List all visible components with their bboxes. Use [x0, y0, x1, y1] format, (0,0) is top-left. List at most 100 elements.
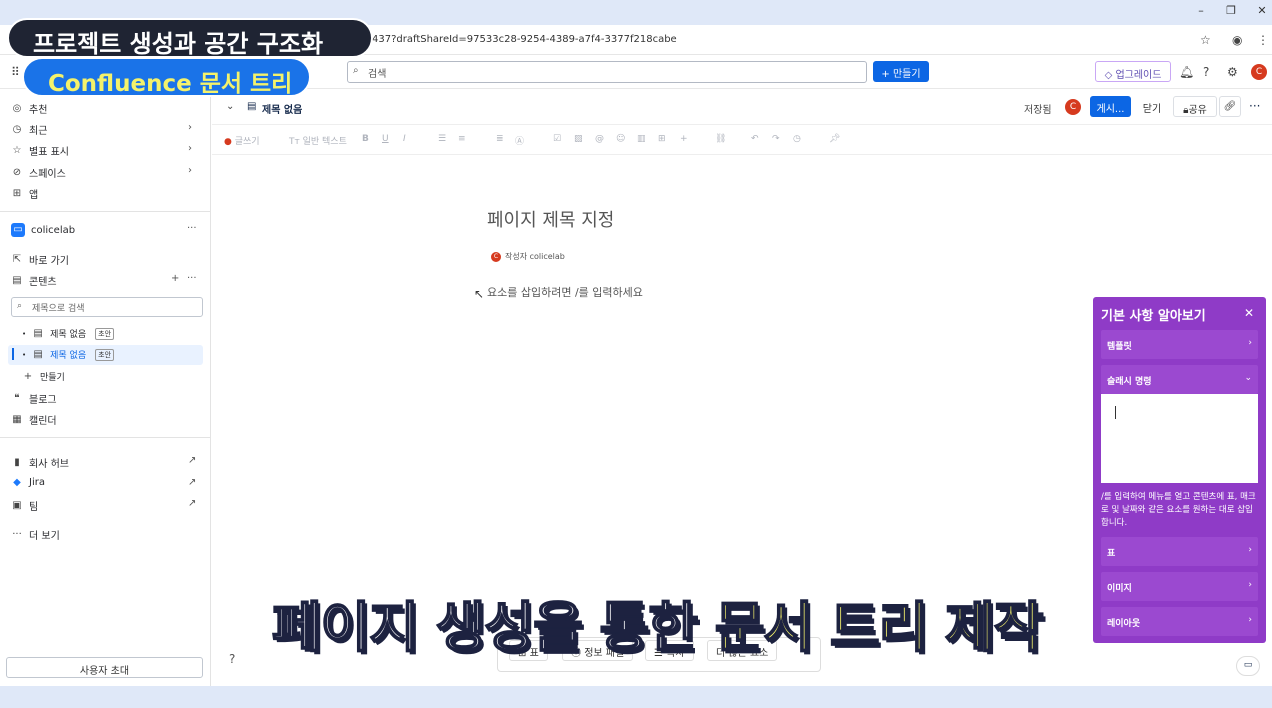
external-link-icon[interactable]: ↗	[188, 498, 196, 509]
invite-users-button[interactable]: 사용자 초대	[6, 657, 203, 678]
pin-icon[interactable]: 📌︎	[829, 134, 840, 144]
italic-icon[interactable]: I	[403, 134, 406, 144]
url-text[interactable]: 437?draftShareId=97533c28-9254-4389-a7f4…	[372, 34, 677, 45]
close-window-button[interactable]: ✕	[1253, 4, 1271, 20]
tree-item-label: 제목 없음	[50, 351, 87, 361]
close-icon[interactable]: ✕	[1244, 306, 1254, 320]
align-icon[interactable]: ≣	[496, 134, 504, 144]
help-item-template[interactable]: 템플릿 ›	[1101, 330, 1258, 359]
gear-icon[interactable]: ⚙	[1227, 65, 1238, 79]
external-link-icon[interactable]: ↗	[188, 477, 196, 488]
link-team[interactable]: ▣ 팀	[11, 498, 38, 513]
sidebar-item-label: 블로그	[29, 395, 57, 406]
upgrade-button[interactable]: ◇ 업그레이드	[1095, 61, 1171, 82]
close-button[interactable]: 닫기	[1137, 96, 1167, 117]
add-icon[interactable]: +	[171, 273, 179, 284]
help-item-image[interactable]: 이미지 ›	[1101, 572, 1258, 601]
star-icon[interactable]: ☆	[1200, 33, 1211, 47]
undo-icon[interactable]: ↶	[751, 134, 759, 144]
divider	[0, 211, 211, 212]
chevron-right-icon[interactable]: ›	[188, 122, 192, 133]
mention-icon[interactable]: @	[595, 134, 604, 144]
user-avatar[interactable]: C	[1251, 64, 1267, 80]
text-style-dropdown[interactable]: Tт 일반 텍스트	[289, 134, 347, 147]
emoji-icon[interactable]: ☺	[616, 134, 625, 144]
bullet-icon: •	[22, 350, 27, 359]
layout-icon[interactable]: ▥	[637, 134, 646, 144]
more-icon[interactable]: ···	[187, 223, 197, 234]
sidebar-item-calendar[interactable]: ▦ 캘린더	[11, 412, 56, 427]
help-item-slash[interactable]: 슬래시 명령 ⌄	[1101, 365, 1258, 394]
link-company-hub[interactable]: ▮ 회사 허브	[11, 455, 69, 470]
tree-create-label: 만들기	[40, 373, 65, 383]
chevron-down-icon[interactable]: ⌄	[226, 101, 234, 112]
task-icon[interactable]: ☑	[553, 134, 561, 144]
sidebar-search-input[interactable]: ⌕ 제목으로 검색	[11, 297, 203, 317]
help-item-layout[interactable]: 레이아웃 ›	[1101, 607, 1258, 636]
global-search-input[interactable]: ⌕ 검색	[347, 61, 867, 83]
write-mode-button[interactable]: ● 글쓰기	[224, 134, 260, 147]
tree-item[interactable]: • ▤ 제목 없음 초안	[22, 327, 115, 340]
sidebar-item-label: 최근	[29, 126, 48, 137]
sidebar-item-shortcut[interactable]: ⇱ 바로 가기	[11, 252, 69, 267]
create-button[interactable]: + 만들기	[873, 61, 929, 82]
table-icon[interactable]: ⊞	[658, 134, 666, 144]
insert-plus-icon[interactable]: +	[680, 134, 688, 144]
tree-create[interactable]: + 만들기	[22, 370, 65, 383]
link-jira[interactable]: ◆ Jira	[11, 477, 45, 488]
link-icon[interactable]: ⛓	[715, 134, 726, 144]
sidebar-item-content[interactable]: ▤ 콘텐츠	[11, 273, 56, 288]
body-editor[interactable]: 요소를 삽입하려면 /를 입력하세요	[487, 284, 643, 300]
publish-button[interactable]: 게시...	[1090, 96, 1131, 117]
underline-icon[interactable]: U	[382, 134, 389, 144]
draft-badge: 초안	[95, 327, 115, 340]
bell-icon[interactable]: 🔔︎	[1179, 65, 1194, 79]
help-icon[interactable]: ?	[1203, 65, 1209, 79]
tree-item[interactable]: • ▤ 제목 없음 초안	[22, 348, 115, 361]
menu-icon[interactable]: ⋮	[1257, 33, 1269, 47]
saved-status: 저장됨	[1024, 105, 1052, 116]
bullet-list-icon[interactable]: ☰	[438, 134, 446, 144]
bold-icon[interactable]: B	[362, 134, 369, 144]
chevron-right-icon[interactable]: ›	[188, 165, 192, 176]
chevron-right-icon: ›	[1248, 338, 1252, 348]
help-video-area[interactable]	[1101, 394, 1258, 483]
overlay-subtitle-text: Confluence 문서 트리	[48, 71, 293, 97]
image-icon[interactable]: ▨	[574, 134, 583, 144]
text-color-icon[interactable]: Ⓐ	[515, 134, 524, 147]
redo-icon[interactable]: ↷	[772, 134, 780, 144]
sidebar-item-starred[interactable]: ☆ 별표 표시	[11, 143, 69, 158]
collaborator-avatar[interactable]: C	[1065, 99, 1081, 115]
sidebar-more[interactable]: ··· 더 보기	[11, 527, 60, 542]
history-icon[interactable]: ◷	[793, 134, 801, 144]
video-icon[interactable]: ▭	[1236, 656, 1260, 676]
author-byline: C 작성자 colicelab	[491, 251, 565, 262]
minimize-button[interactable]: –	[1192, 4, 1210, 20]
more-icon[interactable]: ···	[187, 273, 197, 284]
numbered-list-icon[interactable]: ≡	[458, 134, 466, 144]
external-link-icon[interactable]: ↗	[188, 455, 196, 466]
profile-icon[interactable]: ◉	[1232, 33, 1242, 47]
chevron-right-icon[interactable]: ›	[188, 143, 192, 154]
divider	[0, 437, 211, 438]
sidebar-item-recent[interactable]: ◷ 최근	[11, 122, 48, 137]
sidebar-item-blog[interactable]: ❝ 블로그	[11, 391, 57, 406]
selection-marker	[12, 348, 14, 360]
app-switcher-icon[interactable]: ⠿	[11, 65, 20, 79]
sidebar-item-recommended[interactable]: ◎ 추천	[11, 101, 48, 116]
sidebar-item-spaces[interactable]: ⊘ 스페이스	[11, 165, 66, 180]
help-icon[interactable]: ?	[229, 652, 235, 666]
more-icon: ···	[12, 529, 22, 540]
quote-icon: ❝	[14, 393, 20, 404]
page-title-input[interactable]: 페이지 제목 지정	[487, 206, 614, 232]
restore-button[interactable]: ❐	[1222, 4, 1240, 20]
share-button[interactable]: 🔒︎공유	[1173, 96, 1217, 117]
space-header[interactable]: ▭ colicelab	[11, 223, 75, 237]
star-icon: ☆	[12, 145, 22, 156]
breadcrumb-title[interactable]: 제목 없음	[262, 101, 302, 116]
help-item-table[interactable]: 표 ›	[1101, 537, 1258, 566]
link-icon[interactable]: 🔗︎	[1219, 96, 1241, 117]
more-icon[interactable]: ···	[1249, 99, 1260, 113]
sidebar-item-apps[interactable]: ⊞ 앱	[11, 186, 38, 201]
link-label: 회사 허브	[29, 459, 69, 470]
